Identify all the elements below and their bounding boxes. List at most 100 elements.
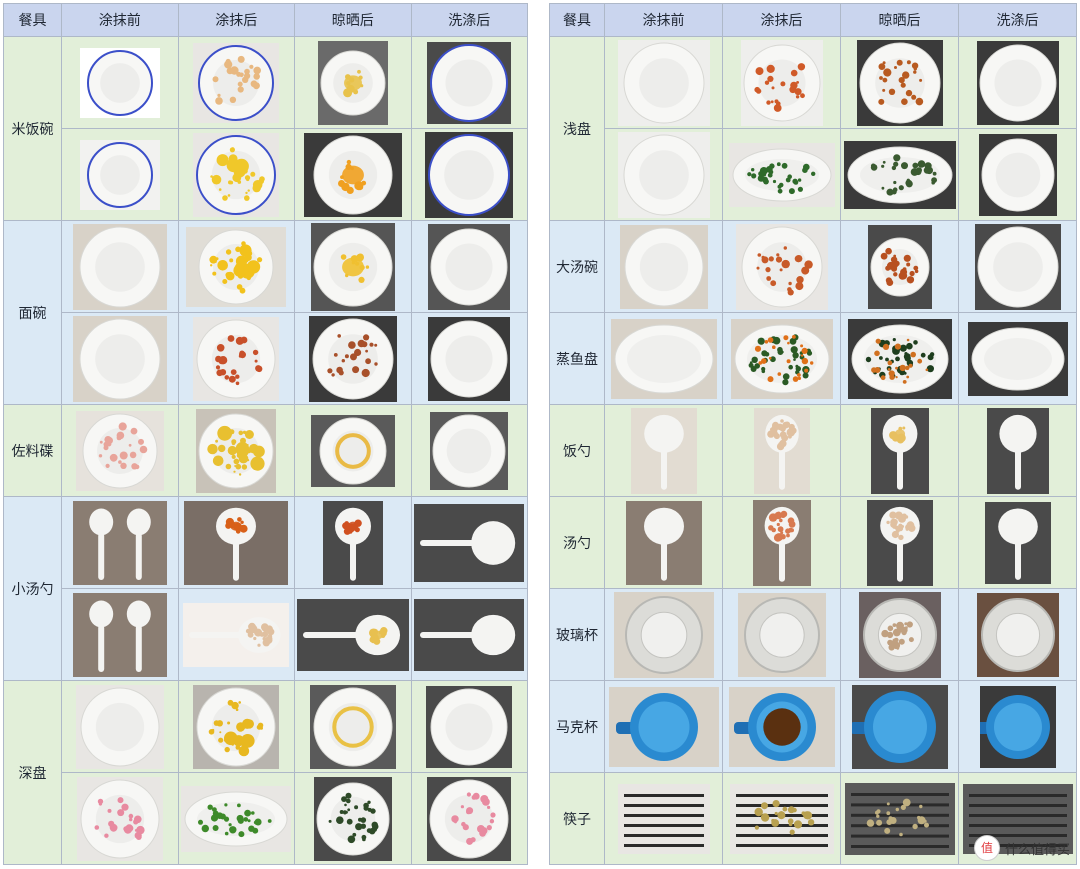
table-row: 面碗 (3, 220, 528, 405)
fish-plate-photo-icon (604, 312, 723, 405)
shallow-plate-photo-icon (958, 36, 1077, 129)
noodle-bowl-photo-icon (61, 312, 179, 405)
deep-plate-photo-icon (294, 772, 412, 865)
noodle-bowl-photo-icon (410, 312, 528, 405)
header-after-drying: 晾晒后 (840, 3, 959, 37)
chopsticks-photo-icon (722, 772, 841, 865)
row-label-shallow-plate: 浅盘 (549, 36, 605, 221)
row-label-sauce-dish: 佐料碟 (3, 404, 62, 497)
fish-plate-photo-icon (958, 312, 1077, 405)
header-tableware: 餐具 (549, 3, 605, 37)
row-label-rice-ladle: 饭勺 (549, 404, 605, 497)
shallow-plate-photo-icon (722, 128, 841, 221)
right-header-row: 餐具 涂抹前 涂抹后 晾晒后 洗涤后 (549, 3, 1077, 37)
glass-cup-photo-icon (958, 588, 1077, 681)
row-label-soup-ladle: 汤勺 (549, 496, 605, 589)
rice-bowl-photo-icon (177, 36, 295, 129)
noodle-bowl-photo-icon (294, 312, 412, 405)
table-row: 玻璃杯 (549, 588, 1077, 681)
small-soup-spoon-photo-icon (61, 496, 179, 589)
mug-photo-icon (840, 680, 959, 773)
small-soup-spoon-photo-icon (177, 496, 295, 589)
chopsticks-photo-icon (840, 772, 959, 865)
row-label-small-spoon: 小汤勺 (3, 496, 62, 681)
noodle-bowl-photo-icon (61, 220, 179, 313)
glass-cup-photo-icon (604, 588, 723, 681)
header-after-washing: 洗涤后 (410, 3, 528, 37)
rice-bowl-photo-icon (177, 128, 295, 221)
shallow-plate-photo-icon (604, 36, 723, 129)
table-row (4, 772, 528, 865)
watermark: 值 什么值得买 (973, 835, 1070, 861)
shallow-plate-photo-icon (722, 36, 841, 129)
large-soup-bowl-photo-icon (840, 220, 959, 313)
sign-value-icon: 值 (973, 835, 1000, 861)
rice-ladle-photo-icon (958, 404, 1077, 497)
header-before-smear: 涂抹前 (61, 3, 179, 37)
sauce-dish-photo-icon (61, 404, 179, 497)
rice-bowl-photo-icon (61, 36, 179, 129)
small-soup-spoon-photo-icon (294, 588, 412, 681)
small-soup-spoon-photo-icon (61, 588, 179, 681)
fish-plate-photo-icon (840, 312, 959, 405)
noodle-bowl-photo-icon (177, 312, 295, 405)
sauce-dish-photo-icon (177, 404, 295, 497)
soup-ladle-photo-icon (722, 496, 841, 589)
noodle-bowl-photo-icon (410, 220, 528, 313)
row-label-chopsticks: 筷子 (549, 772, 605, 865)
sauce-dish-photo-icon (410, 404, 528, 497)
table-row (4, 588, 528, 681)
right-results-table: 餐具 涂抹前 涂抹后 晾晒后 洗涤后 浅盘 大汤碗 蒸鱼盘 饭勺 汤勺 玻璃杯 … (549, 3, 1077, 865)
large-soup-bowl-photo-icon (604, 220, 723, 313)
chopsticks-photo-icon (604, 772, 723, 865)
header-before-smear: 涂抹前 (604, 3, 723, 37)
row-label-fish-plate: 蒸鱼盘 (549, 312, 605, 405)
row-label-noodle-bowl: 面碗 (3, 220, 62, 405)
table-row: 米饭碗 (3, 36, 528, 221)
table-row: 浅盘 (549, 36, 1077, 221)
table-row (4, 312, 528, 405)
row-label-large-soup-bowl: 大汤碗 (549, 220, 605, 313)
small-soup-spoon-photo-icon (410, 588, 528, 681)
shallow-plate-photo-icon (604, 128, 723, 221)
mug-photo-icon (604, 680, 723, 773)
small-soup-spoon-photo-icon (177, 588, 295, 681)
rice-bowl-photo-icon (294, 128, 412, 221)
rice-bowl-photo-icon (294, 36, 412, 129)
table-row: 饭勺 (549, 404, 1077, 497)
svg-text:值: 值 (981, 840, 993, 855)
table-row: 深盘 (3, 680, 528, 865)
deep-plate-photo-icon (410, 772, 528, 865)
deep-plate-photo-icon (177, 772, 295, 865)
deep-plate-photo-icon (61, 772, 179, 865)
noodle-bowl-photo-icon (294, 220, 412, 313)
large-soup-bowl-photo-icon (722, 220, 841, 313)
header-after-washing: 洗涤后 (958, 3, 1077, 37)
watermark-text: 什么值得买 (1004, 842, 1070, 858)
large-soup-bowl-photo-icon (958, 220, 1077, 313)
deep-plate-photo-icon (294, 680, 412, 773)
table-row: 马克杯 (549, 680, 1077, 773)
mug-photo-icon (722, 680, 841, 773)
header-tableware: 餐具 (3, 3, 62, 37)
shallow-plate-photo-icon (840, 128, 959, 221)
glass-cup-photo-icon (722, 588, 841, 681)
table-row (550, 128, 1077, 221)
rice-ladle-photo-icon (840, 404, 959, 497)
row-label-glass: 玻璃杯 (549, 588, 605, 681)
mug-photo-icon (958, 680, 1077, 773)
row-label-mug: 马克杯 (549, 680, 605, 773)
deep-plate-photo-icon (61, 680, 179, 773)
table-row: 大汤碗 (549, 220, 1077, 313)
left-header-row: 餐具 涂抹前 涂抹后 晾晒后 洗涤后 (3, 3, 528, 37)
deep-plate-photo-icon (177, 680, 295, 773)
row-label-deep-plate: 深盘 (3, 680, 62, 865)
header-after-smear: 涂抹后 (722, 3, 841, 37)
table-row (4, 128, 528, 221)
sauce-dish-photo-icon (294, 404, 412, 497)
deep-plate-photo-icon (410, 680, 528, 773)
table-row: 汤勺 (549, 496, 1077, 589)
rice-bowl-photo-icon (61, 128, 179, 221)
rice-ladle-photo-icon (604, 404, 723, 497)
header-after-drying: 晾晒后 (294, 3, 412, 37)
